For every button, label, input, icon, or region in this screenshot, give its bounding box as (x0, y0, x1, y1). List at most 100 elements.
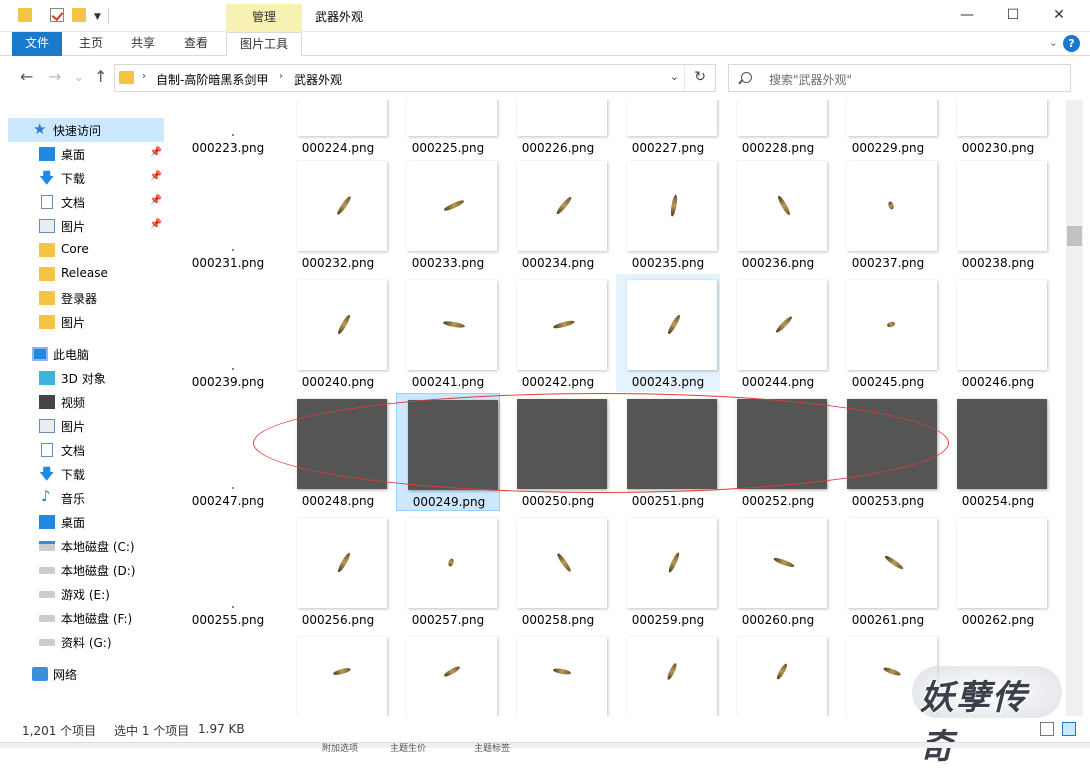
tab-picture-tools[interactable]: 图片工具 (226, 32, 302, 56)
large-icons-view-button[interactable] (1062, 722, 1076, 736)
maximize-button[interactable]: ☐ (990, 0, 1036, 32)
file-item[interactable] (616, 631, 720, 716)
file-item[interactable]: 000234.png (506, 155, 610, 273)
recent-dropdown-icon[interactable]: ⌄ (74, 70, 84, 84)
file-item[interactable]: 000238.png (946, 155, 1050, 273)
file-item[interactable]: 000249.png (396, 393, 500, 511)
sidebar-item-drive-d[interactable]: 本地磁盘 (D:) (8, 558, 164, 582)
up-button[interactable]: ↑ (94, 67, 107, 86)
file-item[interactable]: 000259.png (616, 512, 720, 630)
file-item[interactable]: 000242.png (506, 274, 610, 392)
chevron-down-icon[interactable]: ▼ (94, 12, 101, 22)
file-item[interactable] (396, 631, 500, 716)
refresh-button[interactable]: ↻ (694, 69, 706, 85)
sidebar-item-documents[interactable]: 文档 📌 (8, 190, 164, 214)
file-item[interactable]: 000223.png (176, 100, 280, 158)
file-item[interactable]: 000230.png (946, 100, 1050, 158)
sidebar-item-3d-objects[interactable]: 3D 对象 (8, 366, 164, 390)
address-dropdown-button[interactable]: ⌄ (670, 70, 679, 83)
file-item[interactable]: 000260.png (726, 512, 830, 630)
file-item[interactable]: 000255.png (176, 512, 280, 630)
file-item[interactable]: 000257.png (396, 512, 500, 630)
scrollbar-thumb[interactable] (1067, 226, 1082, 246)
pin-icon[interactable]: 📌 (150, 219, 162, 230)
file-item[interactable]: 000229.png (836, 100, 940, 158)
tab-home[interactable]: 主页 (70, 32, 112, 56)
sidebar-item-launcher[interactable]: 登录器 (8, 286, 164, 310)
sidebar-item-drive-f[interactable]: 本地磁盘 (F:) (8, 606, 164, 630)
file-item[interactable]: 000232.png (286, 155, 390, 273)
sidebar-item-drive-e[interactable]: 游戏 (E:) (8, 582, 164, 606)
new-folder-icon[interactable] (72, 8, 86, 22)
file-item[interactable]: 000240.png (286, 274, 390, 392)
file-item[interactable]: 000236.png (726, 155, 830, 273)
pin-icon[interactable]: 📌 (150, 195, 162, 206)
sidebar-item-drive-c[interactable]: 本地磁盘 (C:) (8, 534, 164, 558)
sidebar-item-pc-documents[interactable]: 文档 (8, 438, 164, 462)
chevron-right-icon[interactable]: › (279, 71, 283, 82)
file-item[interactable]: 000251.png (616, 393, 720, 511)
sidebar-item-release[interactable]: Release (8, 262, 164, 286)
properties-icon[interactable] (50, 8, 64, 22)
sidebar-item-this-pc[interactable]: 此电脑 (8, 342, 164, 366)
close-button[interactable]: ✕ (1036, 0, 1082, 32)
file-item[interactable]: 000225.png (396, 100, 500, 158)
file-item[interactable]: 000248.png (286, 393, 390, 511)
file-item[interactable]: 000226.png (506, 100, 610, 158)
file-item[interactable]: 000239.png (176, 274, 280, 392)
tab-file[interactable]: 文件 (12, 32, 62, 56)
file-item[interactable]: 000253.png (836, 393, 940, 511)
help-button[interactable]: ? (1063, 35, 1080, 52)
file-item[interactable]: 000246.png (946, 274, 1050, 392)
sidebar-item-music[interactable]: ♪ 音乐 (8, 486, 164, 510)
file-item[interactable]: 000243.png (616, 274, 720, 392)
file-item[interactable]: 000233.png (396, 155, 500, 273)
breadcrumb-item[interactable]: 武器外观 (294, 71, 342, 88)
chevron-right-icon[interactable]: › (142, 71, 146, 82)
file-item[interactable]: 000250.png (506, 393, 610, 511)
sidebar-item-pc-pictures[interactable]: 图片 (8, 414, 164, 438)
tab-view[interactable]: 查看 (175, 32, 217, 56)
file-item[interactable]: 000224.png (286, 100, 390, 158)
sidebar-item-videos[interactable]: 视频 (8, 390, 164, 414)
sidebar-item-pictures-folder[interactable]: 图片 (8, 310, 164, 334)
context-tab-manage[interactable]: 管理 (226, 4, 302, 32)
file-item[interactable]: 000262.png (946, 512, 1050, 630)
file-item[interactable] (726, 631, 830, 716)
file-item[interactable]: 000227.png (616, 100, 720, 158)
pin-icon[interactable]: 📌 (150, 147, 162, 158)
file-item[interactable]: 000241.png (396, 274, 500, 392)
pin-icon[interactable]: 📌 (150, 171, 162, 182)
sidebar-item-quick-access[interactable]: ★ 快速访问 (8, 118, 164, 142)
file-item[interactable]: 000247.png (176, 393, 280, 511)
file-item[interactable]: 000256.png (286, 512, 390, 630)
file-item[interactable] (286, 631, 390, 716)
breadcrumb-item[interactable]: 自制-高阶暗黑系剑甲 (156, 71, 268, 88)
file-item[interactable]: 000235.png (616, 155, 720, 273)
file-item[interactable]: 000261.png (836, 512, 940, 630)
back-button[interactable]: ← (20, 67, 33, 86)
file-item[interactable]: 000252.png (726, 393, 830, 511)
sidebar-item-pictures[interactable]: 图片 📌 (8, 214, 164, 238)
forward-button[interactable]: → (48, 67, 61, 86)
sidebar-item-drive-g[interactable]: 资料 (G:) (8, 630, 164, 654)
search-input[interactable]: 搜索"武器外观" (728, 64, 1071, 92)
file-item[interactable]: 000258.png (506, 512, 610, 630)
file-item[interactable]: 000254.png (946, 393, 1050, 511)
sidebar-item-core[interactable]: Core (8, 238, 164, 262)
sidebar-item-network[interactable]: 网络 (8, 662, 164, 686)
address-bar[interactable]: › 自制-高阶暗黑系剑甲 › 武器外观 ⌄ ↻ (114, 64, 716, 92)
vertical-scrollbar[interactable] (1066, 100, 1083, 716)
file-item[interactable]: 000231.png (176, 155, 280, 273)
file-item[interactable]: 000237.png (836, 155, 940, 273)
folder-icon[interactable] (18, 8, 32, 22)
file-item[interactable] (506, 631, 610, 716)
file-item[interactable]: 000244.png (726, 274, 830, 392)
sidebar-item-pc-downloads[interactable]: 🡇 下载 (8, 462, 164, 486)
sidebar-item-desktop[interactable]: 桌面 📌 (8, 142, 164, 166)
file-item[interactable]: 000245.png (836, 274, 940, 392)
tab-share[interactable]: 共享 (122, 32, 164, 56)
chevron-down-icon[interactable]: ⌄ (1049, 36, 1058, 49)
sidebar-item-downloads[interactable]: 🡇 下载 📌 (8, 166, 164, 190)
sidebar-item-pc-desktop[interactable]: 桌面 (8, 510, 164, 534)
